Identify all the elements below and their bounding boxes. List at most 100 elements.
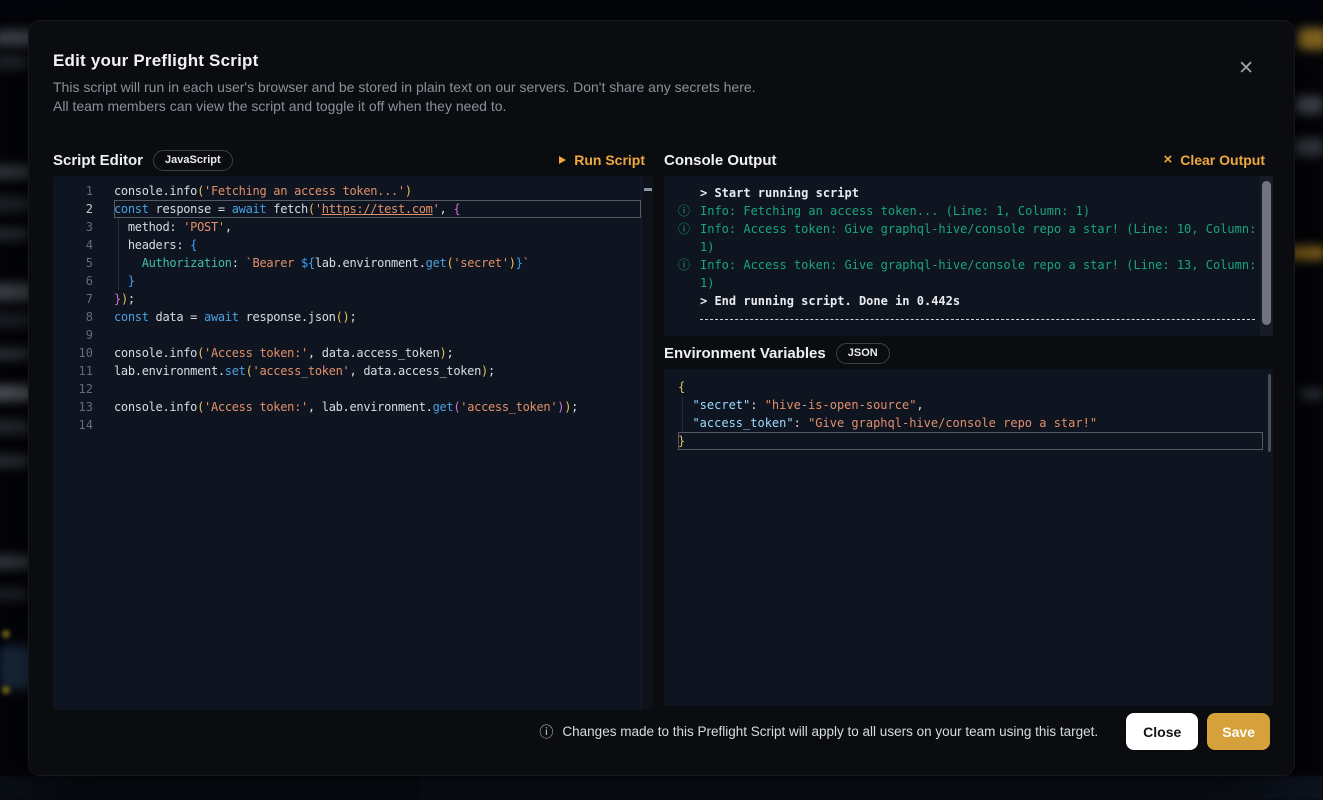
console-line-marker: [678, 184, 700, 202]
console-line: ⓘInfo: Fetching an access token... (Line…: [678, 202, 1265, 220]
line-number: 5: [53, 254, 93, 272]
console-line-marker: [678, 310, 700, 320]
script-editor-title: Script Editor: [53, 152, 143, 169]
code-line-text: const data = await response.json();: [114, 308, 641, 326]
editor-lines: 1 console.info('Fetching an access token.…: [53, 182, 653, 434]
console-line: > Start running script: [678, 184, 1265, 202]
line-number: 7: [53, 290, 93, 308]
editor-line[interactable]: 7});: [53, 290, 653, 308]
code-line-text: const response = await fetch('https://te…: [114, 200, 641, 218]
backdrop-bottom-strip: [0, 776, 1323, 800]
editor-line[interactable]: 6 }: [53, 272, 653, 290]
footer-note: ⓘ Changes made to this Preflight Script …: [539, 722, 1098, 742]
script-editor[interactable]: 1 console.info('Fetching an access token.…: [53, 176, 653, 710]
info-icon: ⓘ: [678, 202, 700, 220]
editor-line[interactable]: 3 method: 'POST',: [53, 218, 653, 236]
line-number: 11: [53, 362, 93, 380]
console-scrollbar[interactable]: [1260, 176, 1273, 336]
modal-description-line: This script will run in each user's brow…: [53, 78, 756, 97]
modal-description: This script will run in each user's brow…: [53, 78, 756, 115]
editor-line[interactable]: 13 console.info('Access token:', lab.envi…: [53, 398, 653, 416]
code-line-text: });: [114, 290, 641, 308]
code-line-text: console.info('Fetching an access token..…: [114, 182, 641, 200]
console-lines: > Start running scriptⓘInfo: Fetching an…: [678, 184, 1265, 320]
console-line: ⓘInfo: Access token: Give graphql-hive/c…: [678, 220, 1265, 256]
editor-overview-ruler[interactable]: [641, 176, 653, 710]
close-icon[interactable]: ✕: [1238, 59, 1254, 78]
environment-variables-title: Environment Variables: [664, 345, 826, 362]
editor-line[interactable]: 1 console.info('Fetching an access token.…: [53, 182, 653, 200]
modal-description-line: All team members can view the script and…: [53, 97, 756, 116]
code-line-text: lab.environment.set('access_token', data…: [114, 362, 641, 380]
env-line[interactable]: "access_token": "Give graphql-hive/conso…: [678, 414, 1263, 432]
script-editor-header: Script Editor JavaScript Run Script: [53, 144, 653, 176]
env-line[interactable]: }: [678, 432, 1263, 450]
editor-line[interactable]: 2const response = await fetch('https://t…: [53, 200, 653, 218]
footer-note-text: Changes made to this Preflight Script wi…: [562, 724, 1098, 739]
editor-line[interactable]: 9: [53, 326, 653, 344]
editor-line[interactable]: 12: [53, 380, 653, 398]
indent-guide: [118, 236, 119, 254]
console-output-title: Console Output: [664, 152, 777, 169]
indent-guide: [118, 254, 119, 272]
console-line-text: Info: Access token: Give graphql-hive/co…: [700, 256, 1265, 292]
code-line-text: console.info('Access token:', lab.enviro…: [114, 398, 641, 416]
console-line-text: [700, 310, 1265, 320]
json-badge: JSON: [836, 343, 890, 364]
info-icon: ⓘ: [539, 722, 553, 742]
overview-ruler-mark: [644, 188, 652, 191]
save-button[interactable]: Save: [1207, 713, 1270, 750]
editor-line[interactable]: 8 const data = await response.json();: [53, 308, 653, 326]
backdrop-blob: [0, 55, 28, 69]
code-line-text: }: [114, 272, 641, 290]
backdrop-blob: [0, 588, 30, 600]
clear-output-label: Clear Output: [1180, 152, 1265, 168]
code-line-text: }: [678, 432, 1263, 450]
line-number: 13: [53, 398, 93, 416]
backdrop-blob: [0, 455, 30, 467]
indent-guide: [682, 414, 683, 432]
code-line-text: console.info('Access token:', data.acces…: [114, 344, 641, 362]
line-number: 14: [53, 416, 93, 434]
line-number: 12: [53, 380, 93, 398]
line-number: 4: [53, 236, 93, 254]
line-number: 1: [53, 182, 93, 200]
modal-footer: ⓘ Changes made to this Preflight Script …: [53, 713, 1270, 750]
env-scrollbar[interactable]: [1268, 374, 1271, 452]
clear-output-button[interactable]: × Clear Output: [1163, 152, 1273, 168]
indent-guide: [118, 218, 119, 236]
backdrop-dot: [2, 630, 10, 638]
editor-line[interactable]: 5 Authorization: `Bearer ${lab.environme…: [53, 254, 653, 272]
close-button[interactable]: Close: [1126, 713, 1198, 750]
console-line-text: Info: Fetching an access token... (Line:…: [700, 202, 1265, 220]
line-number: 8: [53, 308, 93, 326]
environment-variables-lines: { "secret": "hive-is-open-source", "acce…: [678, 378, 1263, 450]
clear-icon: ×: [1163, 152, 1172, 167]
info-icon: ⓘ: [678, 220, 700, 256]
indent-guide: [118, 272, 119, 290]
code-line-text: method: 'POST',: [114, 218, 641, 236]
env-line[interactable]: {: [678, 378, 1263, 396]
environment-variables-header: Environment Variables JSON: [664, 337, 1273, 369]
editor-line[interactable]: 14: [53, 416, 653, 434]
code-line-text: [114, 416, 641, 434]
backdrop-blob: [1300, 388, 1323, 400]
code-line-text: [114, 380, 641, 398]
line-number: 3: [53, 218, 93, 236]
editor-line[interactable]: 4 headers: {: [53, 236, 653, 254]
editor-line[interactable]: 11 lab.environment.set('access_token', da…: [53, 362, 653, 380]
modal-title: Edit your Preflight Script: [53, 51, 258, 71]
editor-line[interactable]: 10console.info('Access token:', data.acc…: [53, 344, 653, 362]
backdrop-blob: [1298, 28, 1323, 50]
line-number: 6: [53, 272, 93, 290]
backdrop-blob: [1295, 96, 1323, 114]
console-scrollbar-thumb[interactable]: [1262, 181, 1271, 325]
javascript-badge: JavaScript: [153, 150, 233, 171]
line-number: 9: [53, 326, 93, 344]
console-line-text: Info: Access token: Give graphql-hive/co…: [700, 220, 1265, 256]
indent-guide: [682, 396, 683, 414]
run-script-button[interactable]: Run Script: [559, 152, 653, 168]
env-line[interactable]: "secret": "hive-is-open-source",: [678, 396, 1263, 414]
backdrop-dot: [2, 686, 10, 694]
environment-variables-editor[interactable]: { "secret": "hive-is-open-source", "acce…: [664, 369, 1273, 706]
